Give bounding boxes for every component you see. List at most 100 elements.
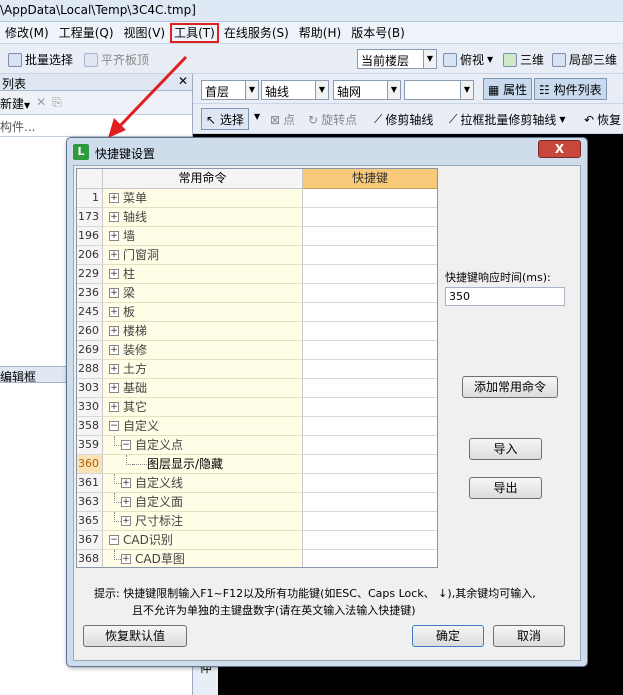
- table-row[interactable]: 363 + 自定义面: [77, 493, 437, 512]
- command-cell[interactable]: − 自定义点: [103, 436, 303, 455]
- menu-modify[interactable]: 修改(M): [0, 23, 54, 43]
- shortcut-cell[interactable]: [303, 436, 437, 455]
- command-cell[interactable]: + 门窗洞: [103, 246, 303, 265]
- floor-select[interactable]: 首层 ▼: [201, 80, 259, 100]
- command-cell[interactable]: 图层显示/隐藏: [103, 455, 303, 474]
- expand-icon[interactable]: +: [109, 212, 119, 222]
- shortcut-cell[interactable]: [303, 550, 437, 567]
- shortcut-cell[interactable]: [303, 189, 437, 208]
- command-cell[interactable]: + CAD草图: [103, 550, 303, 567]
- command-cell[interactable]: + 尺寸标注: [103, 512, 303, 531]
- shortcut-cell[interactable]: [303, 265, 437, 284]
- shortcut-cell[interactable]: [303, 208, 437, 227]
- axis-net-select[interactable]: 轴网 ▼: [333, 80, 401, 100]
- shortcut-cell[interactable]: [303, 360, 437, 379]
- command-cell[interactable]: + 柱: [103, 265, 303, 284]
- collapse-icon[interactable]: −: [109, 535, 119, 545]
- expand-icon[interactable]: +: [109, 345, 119, 355]
- menu-view[interactable]: 视图(V): [119, 23, 171, 43]
- axis-type-select[interactable]: 轴线 ▼: [261, 80, 329, 100]
- three-d-button[interactable]: 三维: [503, 51, 544, 68]
- cancel-button[interactable]: 取消: [493, 625, 565, 647]
- top-view-button[interactable]: 俯视 ▼: [443, 51, 493, 68]
- menu-help[interactable]: 帮助(H): [294, 23, 346, 43]
- table-row[interactable]: 206 + 门窗洞: [77, 246, 437, 265]
- table-row[interactable]: 1 + 菜单: [77, 189, 437, 208]
- command-cell[interactable]: + 梁: [103, 284, 303, 303]
- add-command-button[interactable]: 添加常用命令: [462, 376, 558, 398]
- expand-icon[interactable]: +: [109, 402, 119, 412]
- menu-tools[interactable]: 工具(T): [170, 22, 219, 43]
- shortcut-cell[interactable]: [303, 322, 437, 341]
- table-row[interactable]: 288 + 土方: [77, 360, 437, 379]
- expand-icon[interactable]: +: [121, 497, 131, 507]
- new-component-button[interactable]: 新建▼: [0, 95, 30, 111]
- expand-icon[interactable]: +: [109, 231, 119, 241]
- table-row[interactable]: 368 + CAD草图: [77, 550, 437, 567]
- component-select[interactable]: ▼: [404, 80, 474, 100]
- import-button[interactable]: 导入: [469, 438, 542, 460]
- point-button[interactable]: ⊠ 点: [270, 111, 295, 128]
- expand-icon[interactable]: +: [109, 364, 119, 374]
- expand-icon[interactable]: +: [109, 193, 119, 203]
- shortcut-cell[interactable]: [303, 512, 437, 531]
- expand-icon[interactable]: +: [109, 307, 119, 317]
- table-row[interactable]: 196 + 墙: [77, 227, 437, 246]
- shortcut-cell[interactable]: [303, 227, 437, 246]
- chevron-down-icon[interactable]: ▼: [254, 112, 260, 121]
- table-row[interactable]: 360 图层显示/隐藏: [77, 455, 437, 474]
- batch-trim-button[interactable]: ⟋ 拉框批量修剪轴线 ▼: [449, 111, 566, 128]
- expand-icon[interactable]: +: [121, 554, 131, 564]
- expand-icon[interactable]: +: [109, 383, 119, 393]
- shortcut-cell[interactable]: [303, 474, 437, 493]
- table-row[interactable]: 358− 自定义: [77, 417, 437, 436]
- table-row[interactable]: 303 + 基础: [77, 379, 437, 398]
- expand-icon[interactable]: +: [121, 516, 131, 526]
- table-row[interactable]: 367− CAD识别: [77, 531, 437, 550]
- collapse-icon[interactable]: −: [109, 421, 119, 431]
- table-row[interactable]: 269 + 装修: [77, 341, 437, 360]
- local-3d-button[interactable]: 局部三维: [552, 51, 617, 68]
- expand-icon[interactable]: +: [109, 288, 119, 298]
- table-row[interactable]: 173 + 轴线: [77, 208, 437, 227]
- export-button[interactable]: 导出: [469, 477, 542, 499]
- response-time-input[interactable]: 350: [445, 287, 565, 306]
- dialog-title-bar[interactable]: L 快捷键设置 X: [67, 138, 587, 165]
- trim-axis-button[interactable]: ⟋ 修剪轴线: [374, 111, 433, 128]
- shortcut-cell[interactable]: [303, 398, 437, 417]
- table-row[interactable]: 260 + 楼梯: [77, 322, 437, 341]
- close-icon[interactable]: ✕: [178, 74, 188, 88]
- menu-version[interactable]: 版本号(B): [346, 23, 410, 43]
- command-cell[interactable]: + 基础: [103, 379, 303, 398]
- command-cell[interactable]: + 菜单: [103, 189, 303, 208]
- shortcut-cell[interactable]: [303, 303, 437, 322]
- shortcut-cell[interactable]: [303, 493, 437, 512]
- restore-default-button[interactable]: 恢复默认值: [83, 625, 187, 647]
- shortcut-cell[interactable]: [303, 379, 437, 398]
- shortcut-cell[interactable]: [303, 284, 437, 303]
- command-cell[interactable]: − 自定义: [103, 417, 303, 436]
- rotate-point-button[interactable]: ↻ 旋转点: [308, 111, 357, 128]
- properties-button[interactable]: ▦ 属性: [483, 78, 533, 100]
- component-list-button[interactable]: ☷ 构件列表: [534, 78, 607, 100]
- shortcut-cell[interactable]: [303, 417, 437, 436]
- collapse-icon[interactable]: −: [121, 440, 131, 450]
- menu-quantity[interactable]: 工程量(Q): [54, 23, 119, 43]
- table-row[interactable]: 229 + 柱: [77, 265, 437, 284]
- table-row[interactable]: 236 + 梁: [77, 284, 437, 303]
- command-cell[interactable]: + 其它: [103, 398, 303, 417]
- command-cell[interactable]: + 轴线: [103, 208, 303, 227]
- current-floor-select[interactable]: 当前楼层 ▼: [357, 49, 437, 69]
- restore-button[interactable]: ↶ 恢复: [584, 111, 621, 128]
- command-cell[interactable]: + 装修: [103, 341, 303, 360]
- table-row[interactable]: 361 + 自定义线: [77, 474, 437, 493]
- expand-icon[interactable]: +: [109, 250, 119, 260]
- batch-select-button[interactable]: 批量选择: [8, 51, 73, 68]
- table-row[interactable]: 359− 自定义点: [77, 436, 437, 455]
- command-cell[interactable]: + 土方: [103, 360, 303, 379]
- ok-button[interactable]: 确定: [412, 625, 484, 647]
- command-cell[interactable]: + 板: [103, 303, 303, 322]
- table-row[interactable]: 330 + 其它: [77, 398, 437, 417]
- command-cell[interactable]: + 自定义线: [103, 474, 303, 493]
- select-button[interactable]: ↖ 选择: [201, 108, 249, 130]
